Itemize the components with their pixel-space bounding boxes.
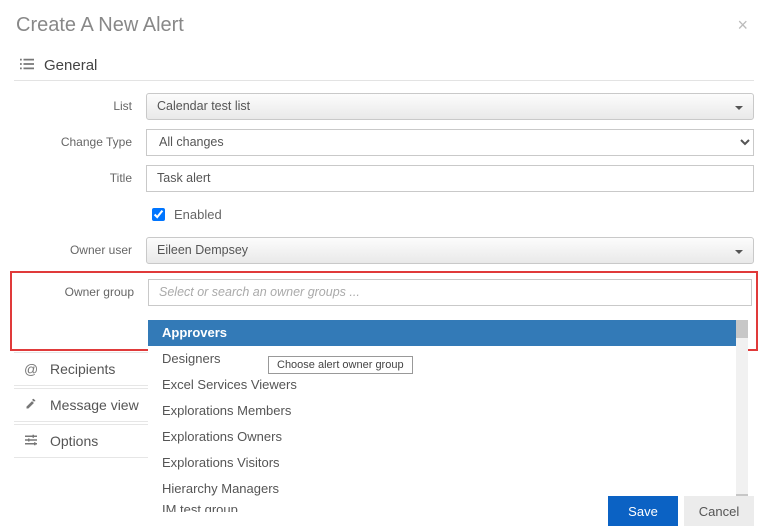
- label-owner-user: Owner user: [14, 243, 146, 257]
- chevron-down-icon: [735, 243, 743, 257]
- side-sections: @ Recipients Message view Options: [14, 350, 150, 460]
- row-change-type: Change Type All changes: [14, 127, 754, 157]
- row-owner-group: Owner group Select or search an owner gr…: [16, 277, 752, 307]
- section-general-label: General: [44, 57, 97, 74]
- row-title: Title: [14, 163, 754, 193]
- list-dropdown-value: Calendar test list: [157, 99, 250, 113]
- owner-group-dropdown[interactable]: Approvers Designers Excel Services Viewe…: [148, 320, 748, 512]
- cancel-button[interactable]: Cancel: [684, 496, 754, 526]
- label-change-type: Change Type: [14, 135, 146, 149]
- save-button[interactable]: Save: [608, 496, 678, 526]
- options-icon: [24, 433, 38, 449]
- owner-group-option[interactable]: Explorations Visitors: [148, 450, 736, 476]
- create-alert-dialog: Create A New Alert × General List Calend…: [0, 0, 768, 532]
- scrollbar-thumb-top[interactable]: [736, 320, 748, 338]
- owner-user-value: Eileen Dempsey: [157, 243, 248, 257]
- section-recipients[interactable]: @ Recipients: [14, 352, 150, 386]
- owner-group-input[interactable]: Select or search an owner groups ...: [148, 279, 752, 306]
- owner-group-option-list: Approvers Designers Excel Services Viewe…: [148, 320, 736, 502]
- list-dropdown[interactable]: Calendar test list: [146, 93, 754, 120]
- row-list: List Calendar test list: [14, 91, 754, 121]
- label-list: List: [14, 99, 146, 113]
- row-enabled: Enabled: [14, 199, 754, 229]
- section-recipients-label: Recipients: [50, 361, 115, 377]
- dialog-title: Create A New Alert: [16, 14, 184, 37]
- scrollbar-track[interactable]: [736, 320, 748, 512]
- label-title: Title: [14, 171, 146, 185]
- enabled-text: Enabled: [174, 207, 222, 222]
- owner-group-placeholder: Select or search an owner groups ...: [159, 285, 360, 299]
- owner-user-dropdown[interactable]: Eileen Dempsey: [146, 237, 754, 264]
- list-icon: [20, 57, 34, 74]
- row-owner-user: Owner user Eileen Dempsey: [14, 235, 754, 265]
- section-message-view[interactable]: Message view: [14, 388, 150, 422]
- owner-group-option[interactable]: Excel Services Viewers: [148, 372, 736, 398]
- edit-icon: [24, 397, 38, 413]
- enabled-checkbox[interactable]: [152, 208, 165, 221]
- owner-group-option[interactable]: Explorations Owners: [148, 424, 736, 450]
- chevron-down-icon: [735, 99, 743, 113]
- owner-group-option[interactable]: Designers: [148, 346, 736, 372]
- section-options[interactable]: Options: [14, 424, 150, 458]
- label-owner-group: Owner group: [16, 285, 148, 299]
- owner-group-option[interactable]: Explorations Members: [148, 398, 736, 424]
- owner-group-option[interactable]: Approvers: [148, 320, 736, 346]
- title-input[interactable]: [146, 165, 754, 192]
- at-icon: @: [24, 361, 38, 377]
- dialog-footer: Save Cancel: [608, 496, 754, 526]
- section-options-label: Options: [50, 433, 98, 449]
- change-type-select[interactable]: All changes: [146, 129, 754, 156]
- close-button[interactable]: ×: [731, 15, 754, 36]
- dialog-header: Create A New Alert ×: [14, 10, 754, 45]
- section-message-view-label: Message view: [50, 397, 139, 413]
- owner-group-tooltip: Choose alert owner group: [268, 356, 413, 374]
- section-general-header[interactable]: General: [14, 51, 754, 81]
- enabled-checkbox-label[interactable]: Enabled: [146, 205, 754, 224]
